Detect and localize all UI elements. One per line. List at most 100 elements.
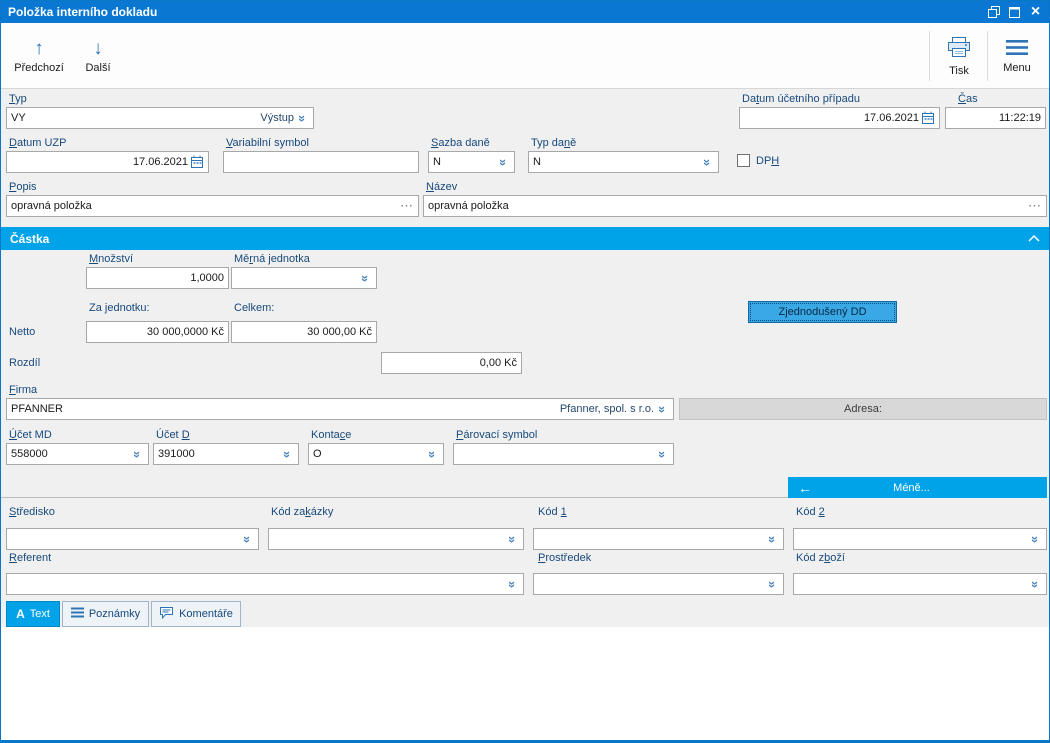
dropdown-icon[interactable]: »	[280, 448, 295, 461]
dropdown-icon[interactable]: »	[505, 533, 520, 546]
nazev-label: Název	[426, 181, 458, 193]
parovaci-symbol-label: Párovací symbol	[456, 429, 538, 441]
restore-icon[interactable]	[983, 4, 1004, 21]
dropdown-icon[interactable]: »	[1028, 578, 1043, 591]
merna-jednotka-label: Měrná jednotka	[234, 253, 310, 265]
ellipsis-icon[interactable]: ⋯	[400, 198, 414, 214]
notes-icon	[70, 607, 84, 621]
firma-field[interactable]: PFANNER Pfanner, spol. s r.o. »	[6, 398, 674, 420]
castka-title: Částka	[10, 231, 50, 246]
tab-poznamky[interactable]: Poznámky	[62, 601, 149, 627]
maximize-icon[interactable]	[1004, 4, 1025, 21]
datum-ucetniho-pripadu-value: 17.06.2021	[863, 112, 919, 124]
print-button[interactable]: Tisk	[935, 27, 983, 85]
dropdown-icon[interactable]: »	[505, 578, 520, 591]
kod-1-label: Kód 1	[538, 506, 567, 518]
typ-dane-field[interactable]: N »	[528, 151, 719, 173]
ucet-d-label: Účet D	[156, 429, 190, 441]
dropdown-icon[interactable]: »	[496, 156, 511, 169]
kod-zakazky-label: Kód zakázky	[271, 506, 334, 518]
previous-label: Předchozí	[14, 61, 64, 74]
typ-value: VY	[11, 112, 26, 124]
titlebar[interactable]: Položka interního dokladu ×	[1, 1, 1049, 23]
adresa-button[interactable]: Adresa:	[679, 398, 1047, 420]
netto-za-jednotku-field[interactable]: 30 000,0000 Kč	[86, 321, 229, 343]
variabilni-symbol-field[interactable]	[223, 151, 419, 173]
prostredek-field[interactable]: »	[533, 573, 784, 595]
popis-value: opravná položka	[11, 200, 92, 212]
arrow-up-icon: ↑	[34, 37, 44, 59]
parovaci-symbol-field[interactable]: »	[453, 443, 674, 465]
nazev-field[interactable]: opravná položka ⋯	[423, 195, 1047, 217]
dph-checkbox[interactable]	[737, 154, 750, 167]
stredisko-field[interactable]: »	[6, 528, 259, 550]
typ-display: Výstup	[260, 112, 294, 124]
menu-label: Menu	[1003, 61, 1031, 74]
netto-celkem-field[interactable]: 30 000,00 Kč	[231, 321, 377, 343]
kod-1-field[interactable]: »	[533, 528, 784, 550]
tab-text[interactable]: A Text	[6, 601, 60, 627]
referent-field[interactable]: »	[6, 573, 524, 595]
firma-value: PFANNER	[11, 403, 63, 415]
dropdown-icon[interactable]: »	[765, 533, 780, 546]
variabilni-symbol-label: Variabilní symbol	[226, 137, 309, 149]
dropdown-icon[interactable]: »	[1028, 533, 1043, 546]
text-icon: A	[16, 607, 25, 621]
text-tab-panel: implicitní ▾ Prostý text ▾ ✎ ▲ ▼	[1, 627, 1049, 740]
rozdil-field[interactable]: 0,00 Kč	[381, 352, 522, 374]
mnozstvi-value: 1,0000	[190, 272, 224, 284]
sazba-dane-field[interactable]: N »	[428, 151, 515, 173]
dropdown-icon[interactable]: »	[130, 448, 145, 461]
dropdown-icon[interactable]: »	[425, 448, 440, 461]
kod-2-field[interactable]: »	[793, 528, 1047, 550]
ucet-d-field[interactable]: 391000 »	[153, 443, 299, 465]
typ-label: Typ	[9, 93, 27, 105]
dropdown-icon[interactable]: »	[765, 578, 780, 591]
kod-zbozi-field[interactable]: »	[793, 573, 1047, 595]
next-label: Další	[85, 61, 111, 74]
left-arrow-icon: ←	[798, 479, 812, 496]
arrow-down-icon: ↓	[93, 37, 103, 59]
dropdown-icon[interactable]: »	[655, 403, 670, 416]
tab-komentare[interactable]: Komentáře	[151, 601, 241, 627]
ucet-md-value: 558000	[11, 448, 48, 460]
rozdil-label: Rozdíl	[9, 357, 41, 369]
next-button[interactable]: ↓ Další	[75, 27, 121, 85]
chevron-up-icon[interactable]	[1028, 233, 1040, 245]
typ-dane-value: N	[533, 156, 541, 168]
menu-button[interactable]: Menu	[991, 27, 1043, 85]
dropdown-icon[interactable]: »	[240, 533, 255, 546]
divider-line	[1, 497, 788, 498]
toolbar-separator	[987, 31, 988, 81]
datum-ucetniho-pripadu-field[interactable]: 17.06.2021	[739, 107, 940, 129]
mnozstvi-field[interactable]: 1,0000	[86, 267, 229, 289]
kod-zakazky-field[interactable]: »	[268, 528, 524, 550]
zjednoduseny-dd-label: Zjednodušený DD	[778, 306, 867, 318]
datum-uzp-field[interactable]: 17.06.2021	[6, 151, 209, 173]
dropdown-icon[interactable]: »	[655, 448, 670, 461]
speech-bubble-icon	[159, 606, 174, 622]
merna-jednotka-field[interactable]: »	[231, 267, 377, 289]
printer-icon	[946, 36, 972, 62]
previous-button[interactable]: ↑ Předchozí	[7, 27, 71, 85]
dropdown-icon[interactable]: »	[700, 156, 715, 169]
close-icon[interactable]: ×	[1025, 4, 1046, 21]
ellipsis-icon[interactable]: ⋯	[1028, 198, 1042, 214]
cas-field[interactable]: 11:22:19	[945, 107, 1046, 129]
zjednoduseny-dd-button[interactable]: Zjednodušený DD	[748, 301, 897, 323]
castka-section-header[interactable]: Částka	[1, 227, 1049, 250]
typ-field[interactable]: VY Výstup »	[6, 107, 314, 129]
window-title: Položka interního dokladu	[8, 5, 158, 19]
kontace-field[interactable]: O »	[308, 443, 444, 465]
main-toolbar: ↑ Předchozí ↓ Další Tisk Menu	[1, 23, 1049, 89]
kontace-label: Kontace	[311, 429, 352, 441]
calendar-icon[interactable]	[921, 111, 935, 125]
ucet-md-field[interactable]: 558000 »	[6, 443, 149, 465]
close-glyph: ×	[1030, 3, 1041, 20]
calendar-icon[interactable]	[190, 155, 204, 169]
dropdown-icon[interactable]: »	[358, 272, 373, 285]
dropdown-icon[interactable]: »	[295, 112, 310, 125]
mene-button[interactable]: ← Méně...	[788, 477, 1047, 498]
prostredek-label: Prostředek	[538, 552, 592, 564]
popis-field[interactable]: opravná položka ⋯	[6, 195, 419, 217]
